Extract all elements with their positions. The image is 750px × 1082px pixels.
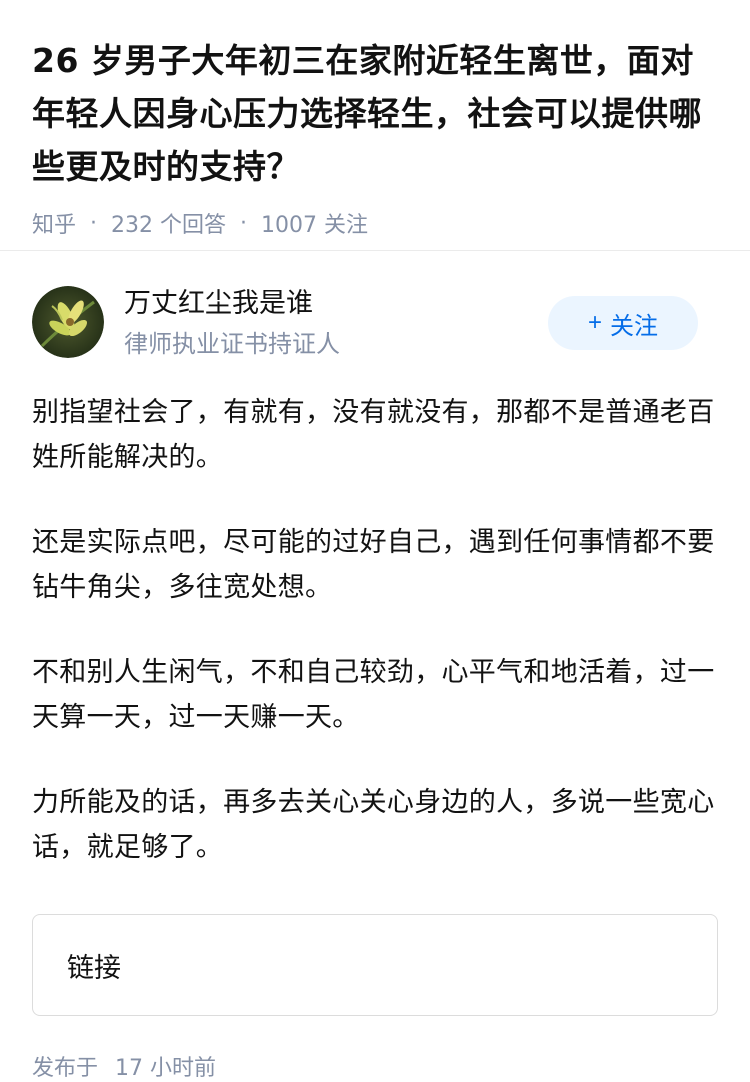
- follow-count: 1007 关注: [261, 213, 368, 238]
- plus-icon: +: [587, 309, 602, 336]
- publish-prefix: 发布于: [32, 1056, 99, 1081]
- answer-body: 别指望社会了，有就有，没有就没有，那都不是普通老百姓所能解决的。 还是实际点吧，…: [32, 390, 718, 910]
- source-label[interactable]: 知乎: [32, 207, 76, 239]
- follow-button-label: 关注: [610, 312, 658, 340]
- question-title[interactable]: 26 岁男子大年初三在家附近轻生离世，面对年轻人因身心压力选择轻生，社会可以提供…: [32, 34, 718, 193]
- author-card: 万丈红尘我是谁 律师执业证书持证人 + 关注: [32, 286, 718, 360]
- answer-paragraph: 还是实际点吧，尽可能的过好自己，遇到任何事情都不要钻牛角尖，多往宽处想。: [32, 527, 715, 603]
- meta-separator: ·: [240, 210, 248, 236]
- answer-count[interactable]: 232 个回答: [111, 207, 226, 239]
- follow-button[interactable]: + 关注: [548, 296, 698, 350]
- link-card[interactable]: 链接: [32, 914, 718, 1016]
- section-divider: [0, 250, 750, 251]
- author-name[interactable]: 万丈红尘我是谁: [124, 286, 313, 322]
- avatar-orchid-image: [32, 286, 104, 358]
- meta-separator: ·: [90, 210, 98, 236]
- link-card-label: 链接: [67, 952, 121, 984]
- answer-paragraph: 不和别人生闲气，不和自己较劲，心平气和地活着，过一天算一天，过一天赚一天。: [32, 657, 715, 733]
- author-badge: 律师执业证书持证人: [124, 330, 340, 358]
- publish-time: 17 小时前: [115, 1056, 217, 1081]
- answer-paragraph: 别指望社会了，有就有，没有就没有，那都不是普通老百姓所能解决的。: [32, 397, 715, 473]
- answer-paragraph: 力所能及的话，再多去关心关心身边的人，多说一些宽心话，就足够了。: [32, 787, 715, 863]
- avatar[interactable]: [32, 286, 104, 358]
- question-header: 26 岁男子大年初三在家附近轻生离世，面对年轻人因身心压力选择轻生，社会可以提供…: [0, 0, 750, 238]
- publish-info: 发布于 17 小时前: [32, 1050, 216, 1082]
- question-meta: 知乎 · 232 个回答 · 1007 关注: [32, 207, 718, 239]
